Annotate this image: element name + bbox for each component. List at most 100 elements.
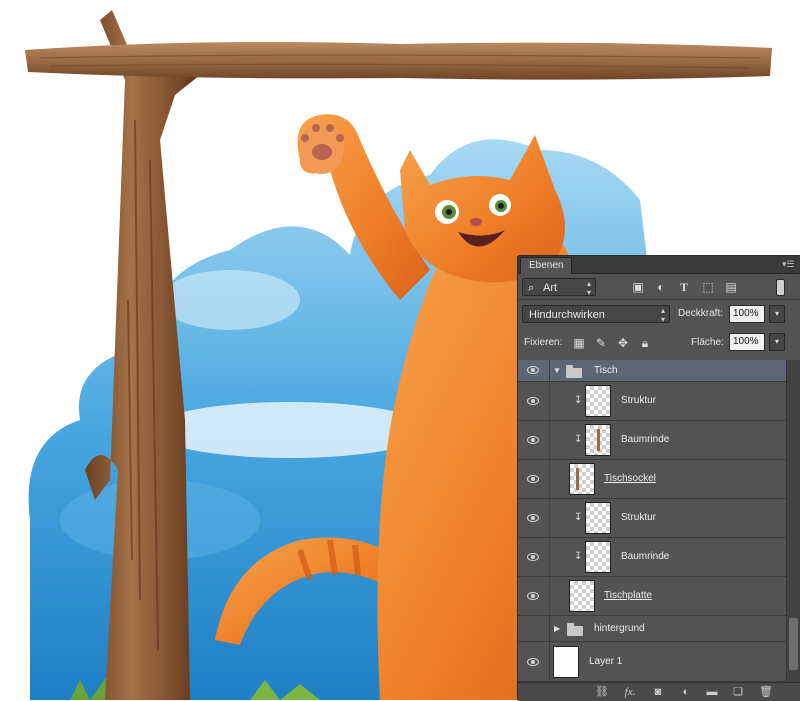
filter-kind-select[interactable]: ⌕ Art ▴ ▾ [522, 278, 596, 297]
thumbnail-trunk-mark [597, 429, 600, 451]
layers-scrollbar[interactable] [786, 360, 800, 682]
layer-row-baumrinde[interactable]: ↧ Baumrinde [518, 538, 786, 577]
search-icon: ⌕ [528, 282, 535, 294]
folder-icon [566, 365, 582, 378]
layer-name: Tisch [594, 365, 618, 376]
expand-triangle-icon[interactable]: ▶ [554, 624, 560, 634]
layer-list: ▼ Tisch ↧ Struktur ↧ Baumrinde Tischsock… [518, 360, 786, 682]
folder-icon [567, 623, 583, 636]
eye-icon[interactable] [527, 475, 539, 483]
lock-row: Fixieren: ▦ ✎ ✥ 🔒︎ Fläche: 100% ▾ [518, 332, 800, 354]
blend-row: Hindurchwirken ▴ ▾ Deckkraft: 100% ▾ [518, 304, 800, 326]
layer-thumbnail [553, 646, 579, 678]
group-indent [549, 460, 550, 498]
layer-name: Struktur [621, 395, 657, 406]
layer-name: Baumrinde [621, 434, 670, 445]
layer-thumbnail [585, 424, 611, 456]
layers-panel: Ebenen ▾☰ ⌕ Art ▴ ▾ ▣ ◐ T ⬚ ▤ Hindurchwir… [518, 256, 800, 701]
visibility-column [518, 360, 550, 381]
image-filter-icon[interactable]: ▣ [630, 280, 646, 294]
clipping-arrow-icon: ↧ [574, 434, 583, 445]
group-indent [549, 577, 550, 615]
layer-thumbnail [585, 541, 611, 573]
fill-dropdown-icon[interactable]: ▾ [769, 333, 785, 351]
panel-menu-icon[interactable]: ▾☰ [782, 259, 795, 269]
new-layer-icon[interactable]: ❏ [730, 685, 746, 699]
fill-label: Fläche: [691, 337, 724, 348]
lock-transparency-icon[interactable]: ▦ [571, 336, 587, 350]
visibility-column [518, 382, 550, 420]
panel-header: Ebenen ▾☰ [518, 256, 800, 274]
layer-row-tisch[interactable]: ▼ Tisch [518, 360, 786, 382]
eye-icon[interactable] [527, 366, 539, 374]
new-adjustment-icon[interactable]: ◐ [678, 685, 694, 699]
layer-row-tischsockel[interactable]: Tischsockel [518, 460, 786, 499]
group-indent [549, 538, 550, 576]
shape-filter-icon[interactable]: ⬚ [700, 280, 716, 294]
opacity-field[interactable]: 100% [729, 305, 765, 323]
visibility-column [518, 538, 550, 576]
panel-footer-toolbar: ⛓ fx. ◙ ◐ ▬ ❏ 🗑︎ [518, 682, 800, 701]
tab-ebenen[interactable]: Ebenen [520, 257, 573, 274]
eye-icon[interactable] [527, 397, 539, 405]
new-group-icon[interactable]: ▬ [704, 685, 720, 699]
eye-icon[interactable] [527, 592, 539, 600]
layer-thumbnail [585, 385, 611, 417]
lock-position-icon[interactable]: ✥ [615, 336, 631, 350]
visibility-column [518, 616, 550, 641]
visibility-column [518, 460, 550, 498]
smart-object-filter-icon[interactable]: ▤ [723, 280, 739, 294]
table-top-board [25, 42, 772, 80]
clipping-arrow-icon: ↧ [574, 395, 583, 406]
layer-name: Struktur [621, 512, 657, 523]
filter-row: ⌕ Art ▴ ▾ ▣ ◐ T ⬚ ▤ [518, 276, 800, 298]
mask-icon[interactable]: ◙ [650, 685, 666, 699]
visibility-column [518, 499, 550, 537]
layer-row-layer-1[interactable]: Layer 1 [518, 642, 786, 682]
layer-row-tischplatte[interactable]: Tischplatte [518, 577, 786, 616]
eye-icon[interactable] [527, 553, 539, 561]
clipping-arrow-icon: ↧ [574, 551, 583, 562]
layer-thumbnail [585, 502, 611, 534]
lock-pixels-icon[interactable]: ✎ [593, 336, 609, 350]
layer-row-struktur[interactable]: ↧ Struktur [518, 499, 786, 538]
visibility-column [518, 421, 550, 459]
blend-mode-value: Hindurchwirken [529, 309, 605, 321]
fill-field[interactable]: 100% [729, 333, 765, 351]
layer-name: Tischsockel [604, 473, 656, 484]
filter-toggle-icon[interactable] [776, 279, 785, 296]
spinner-arrows-icon: ▴ ▾ [586, 279, 591, 297]
group-indent [549, 499, 550, 537]
layer-name: Tischplatte [604, 590, 652, 601]
trash-icon[interactable]: 🗑︎ [758, 685, 774, 699]
fx-icon[interactable]: fx. [622, 685, 638, 699]
visibility-column [518, 642, 550, 681]
divider [518, 299, 800, 300]
group-indent [549, 421, 550, 459]
scroll-thumb[interactable] [789, 618, 798, 670]
spinner-arrows-icon: ▴ ▾ [660, 306, 665, 324]
lock-all-icon[interactable]: 🔒︎ [637, 336, 653, 350]
layer-thumbnail [569, 580, 595, 612]
layer-name: Layer 1 [589, 656, 623, 667]
adjustment-filter-icon[interactable]: ◐ [653, 280, 669, 294]
clipping-arrow-icon: ↧ [574, 512, 583, 523]
layer-name: hintergrund [594, 623, 645, 634]
opacity-dropdown-icon[interactable]: ▾ [769, 305, 785, 323]
opacity-label: Deckkraft: [678, 308, 724, 319]
eye-icon[interactable] [527, 436, 539, 444]
group-indent [549, 382, 550, 420]
eye-icon[interactable] [527, 658, 539, 666]
layer-row-hintergrund[interactable]: ▶ hintergrund [518, 616, 786, 642]
layer-row-baumrinde[interactable]: ↧ Baumrinde [518, 421, 786, 460]
link-icon[interactable]: ⛓ [594, 685, 610, 699]
lock-label: Fixieren: [524, 337, 563, 348]
blend-mode-select[interactable]: Hindurchwirken ▴ ▾ [522, 305, 670, 324]
collapse-triangle-icon[interactable]: ▼ [553, 366, 561, 376]
eye-icon[interactable] [527, 514, 539, 522]
layer-name: Baumrinde [621, 551, 670, 562]
filter-kind-value: Art [543, 282, 558, 294]
type-filter-icon[interactable]: T [676, 280, 692, 294]
visibility-column [518, 577, 550, 615]
layer-row-struktur[interactable]: ↧ Struktur [518, 382, 786, 421]
